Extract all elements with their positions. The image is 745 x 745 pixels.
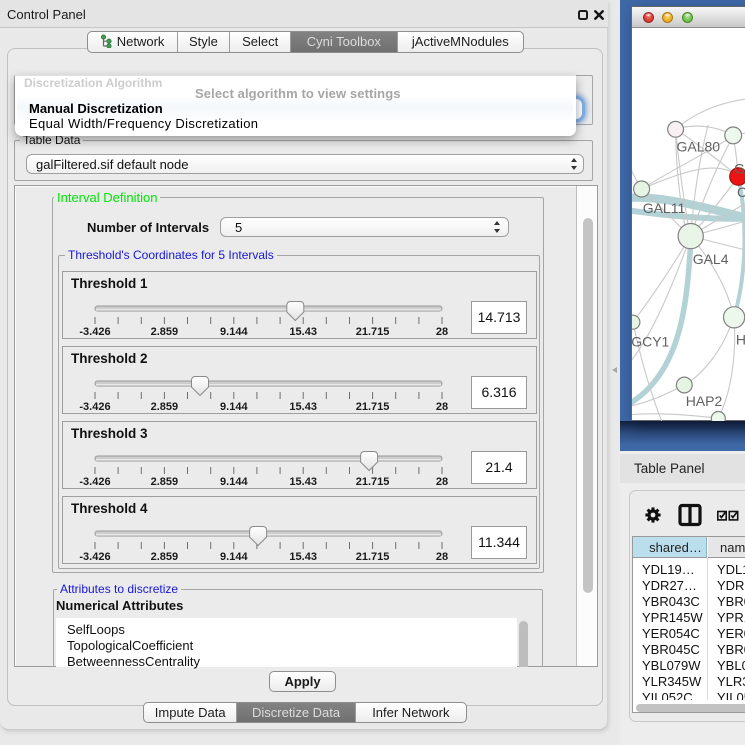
svg-text:-3.426: -3.426 <box>79 326 110 338</box>
svg-text:2.859: 2.859 <box>151 401 179 413</box>
svg-text:9.144: 9.144 <box>220 401 248 413</box>
svg-text:21.715: 21.715 <box>356 476 390 488</box>
svg-text:2.859: 2.859 <box>151 326 179 338</box>
svg-text:-3.426: -3.426 <box>79 476 110 488</box>
svg-text:G.: G. <box>734 160 745 176</box>
svg-text:28: 28 <box>436 326 448 338</box>
svg-text:C: C <box>737 184 745 200</box>
svg-text:HAP2: HAP2 <box>686 393 723 409</box>
svg-text:GAL11: GAL11 <box>643 200 686 216</box>
svg-text:28: 28 <box>436 401 448 413</box>
svg-text:21.715: 21.715 <box>356 326 390 338</box>
svg-text:-3.426: -3.426 <box>79 551 110 563</box>
svg-text:28: 28 <box>436 476 448 488</box>
svg-text:15.43: 15.43 <box>289 551 317 563</box>
svg-text:9.144: 9.144 <box>220 326 248 338</box>
svg-text:H: H <box>736 332 745 348</box>
svg-text:21.715: 21.715 <box>356 401 390 413</box>
svg-text:15.43: 15.43 <box>289 476 317 488</box>
svg-text:2.859: 2.859 <box>151 551 179 563</box>
svg-text:28: 28 <box>436 551 448 563</box>
svg-text:21.715: 21.715 <box>356 551 390 563</box>
svg-text:GAL4: GAL4 <box>693 251 729 267</box>
svg-text:GCY1: GCY1 <box>632 333 670 349</box>
svg-text:-3.426: -3.426 <box>79 401 110 413</box>
svg-text:15.43: 15.43 <box>289 401 317 413</box>
svg-text:15.43: 15.43 <box>289 326 317 338</box>
svg-text:9.144: 9.144 <box>220 476 248 488</box>
svg-text:GAL80: GAL80 <box>677 139 721 155</box>
svg-text:9.144: 9.144 <box>220 551 248 563</box>
svg-text:2.859: 2.859 <box>151 476 179 488</box>
